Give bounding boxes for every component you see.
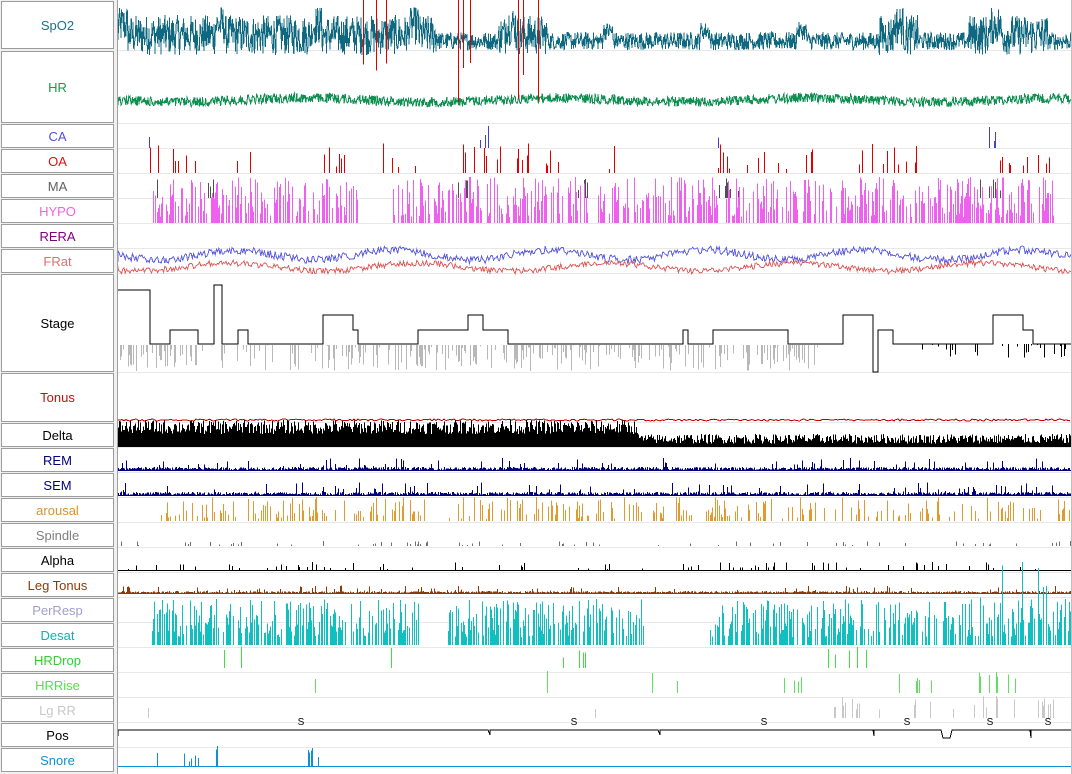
desat-bars [152, 599, 1072, 645]
position-marker-supine: S [1045, 717, 1052, 728]
channel-label-lg-rr[interactable]: Lg RR [1, 698, 114, 722]
large-rr-events [148, 696, 1054, 718]
channel-label-panel: SpO2 HR CA OA MA HYPO RERA FRat Stage Tonus Delta R… [0, 0, 118, 774]
stage-light-sleep-flicker [120, 345, 818, 371]
hr-trace [118, 91, 1072, 109]
position-marker-supine: S [761, 717, 768, 728]
signal-plot-area[interactable]: SSSSSS [118, 0, 1072, 774]
ca-events [149, 125, 996, 148]
channel-label-hr[interactable]: HR [1, 51, 114, 123]
tonus-trace [118, 418, 1071, 422]
channel-label-perresp[interactable]: PerResp [1, 598, 114, 622]
channel-label-stage[interactable]: Stage [1, 274, 114, 372]
channel-label-leg-tonus[interactable]: Leg Tonus [1, 573, 114, 597]
channel-label-rera[interactable]: RERA [1, 224, 114, 248]
channel-label-snore[interactable]: Snore [1, 748, 114, 772]
signal-traces[interactable]: SSSSSS [118, 0, 1072, 774]
leg-tonus-trace [118, 585, 1072, 593]
snore-events [157, 746, 319, 766]
frat-trace-red [118, 258, 1072, 276]
hrdrop-events [224, 646, 867, 668]
channel-label-alpha[interactable]: Alpha [1, 548, 114, 572]
rem-trace [118, 458, 1072, 470]
channel-label-hrdrop[interactable]: HRDrop [1, 648, 114, 672]
hrrise-events [315, 671, 1016, 693]
delta-power-bars [118, 420, 1072, 446]
position-marker-supine: S [298, 717, 305, 728]
channel-label-rem[interactable]: REM [1, 448, 114, 472]
channel-label-spo2[interactable]: SpO2 [1, 1, 114, 49]
arousal-bars [161, 497, 1070, 521]
channel-label-tonus[interactable]: Tonus [1, 373, 114, 422]
spo2-trace [118, 7, 1072, 55]
channel-label-ca[interactable]: CA [1, 124, 114, 148]
channel-label-oa[interactable]: OA [1, 149, 114, 173]
channel-label-spindle[interactable]: Spindle [1, 523, 114, 547]
position-marker-supine: S [904, 717, 911, 728]
channel-label-sem[interactable]: SEM [1, 473, 114, 497]
spindle-marks [121, 541, 1071, 546]
stage-wake-ticks [922, 344, 1066, 358]
channel-label-delta[interactable]: Delta [1, 423, 114, 447]
channel-label-hrrise[interactable]: HRRise [1, 673, 114, 697]
position-trace [118, 729, 1072, 739]
position-marker-supine: S [571, 717, 578, 728]
channel-label-pos[interactable]: Pos [1, 723, 114, 747]
channel-label-ma[interactable]: MA [1, 174, 114, 198]
alpha-marks [128, 562, 1036, 570]
channel-label-arousal[interactable]: arousal [1, 498, 114, 522]
channel-label-desat[interactable]: Desat [1, 623, 114, 647]
channel-label-hypo[interactable]: HYPO [1, 199, 114, 223]
stage-hypnogram [118, 284, 1072, 373]
channel-label-frat[interactable]: FRat [1, 249, 114, 273]
position-marker-supine: S [987, 717, 994, 728]
sem-trace [118, 482, 1072, 495]
hypo-events [153, 177, 1054, 223]
